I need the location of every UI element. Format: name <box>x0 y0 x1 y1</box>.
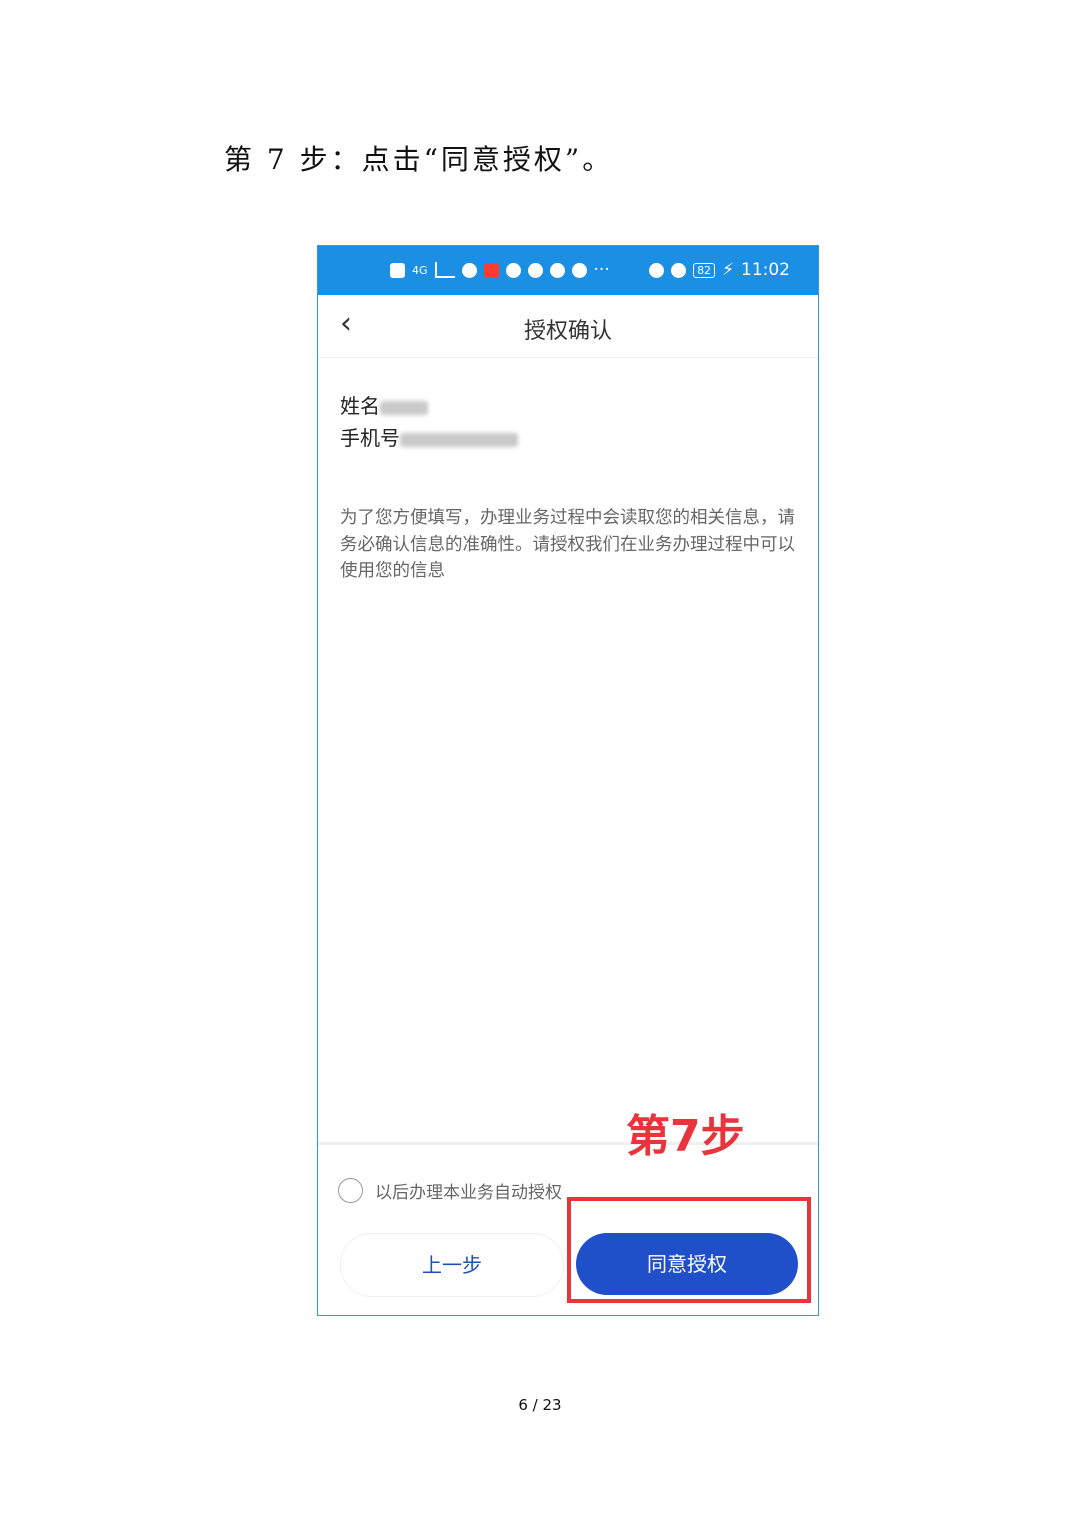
wifi-icon <box>461 262 477 278</box>
phone-value-redacted <box>400 432 518 447</box>
charging-icon: ⚡ <box>722 260 734 280</box>
status-bar: 4G ··· 82 ⚡ 11:02 <box>318 246 818 295</box>
more-icon: ··· <box>593 260 610 280</box>
highlight-box <box>567 1197 811 1303</box>
prev-step-button[interactable]: 上一步 <box>340 1233 564 1297</box>
name-row: 姓名 <box>340 390 518 422</box>
app-icon <box>505 262 521 278</box>
app-icon <box>549 262 565 278</box>
authorization-description: 为了您方便填写，办理业务过程中会读取您的相关信息，请务必确认信息的准确性。请授权… <box>340 508 795 581</box>
step-annotation-label: 第7步 <box>626 1111 745 1162</box>
phone-row: 手机号 <box>340 422 518 454</box>
eye-icon <box>649 262 665 278</box>
status-icons-left: 4G ··· <box>390 260 610 280</box>
hd-icon <box>390 262 405 278</box>
step-heading: 第 7 步：点击“同意授权”。 <box>224 143 614 176</box>
alarm-icon <box>671 262 687 278</box>
app-icon <box>527 262 543 278</box>
battery-icon: 82 <box>693 262 716 278</box>
signal-icon <box>434 262 455 278</box>
phone-label: 手机号 <box>340 426 400 450</box>
status-time: 11:02 <box>741 260 790 280</box>
status-icons-right: 82 ⚡ 11:02 <box>649 260 790 280</box>
name-value-redacted <box>380 400 428 415</box>
app-notification-icon <box>483 262 499 278</box>
auto-auth-option[interactable]: 以后办理本业务自动授权 <box>338 1178 562 1203</box>
name-label: 姓名 <box>340 394 380 418</box>
auto-auth-label: 以后办理本业务自动授权 <box>375 1183 562 1203</box>
chat-icon <box>571 262 587 278</box>
auto-auth-radio[interactable] <box>338 1178 363 1203</box>
page-title: 授权确认 <box>523 319 612 344</box>
user-info: 姓名 手机号 <box>340 390 518 454</box>
title-bar: ‹ 授权确认 <box>318 295 818 358</box>
network-label: 4G <box>412 263 428 277</box>
page-number: 6 / 23 <box>518 1396 562 1414</box>
